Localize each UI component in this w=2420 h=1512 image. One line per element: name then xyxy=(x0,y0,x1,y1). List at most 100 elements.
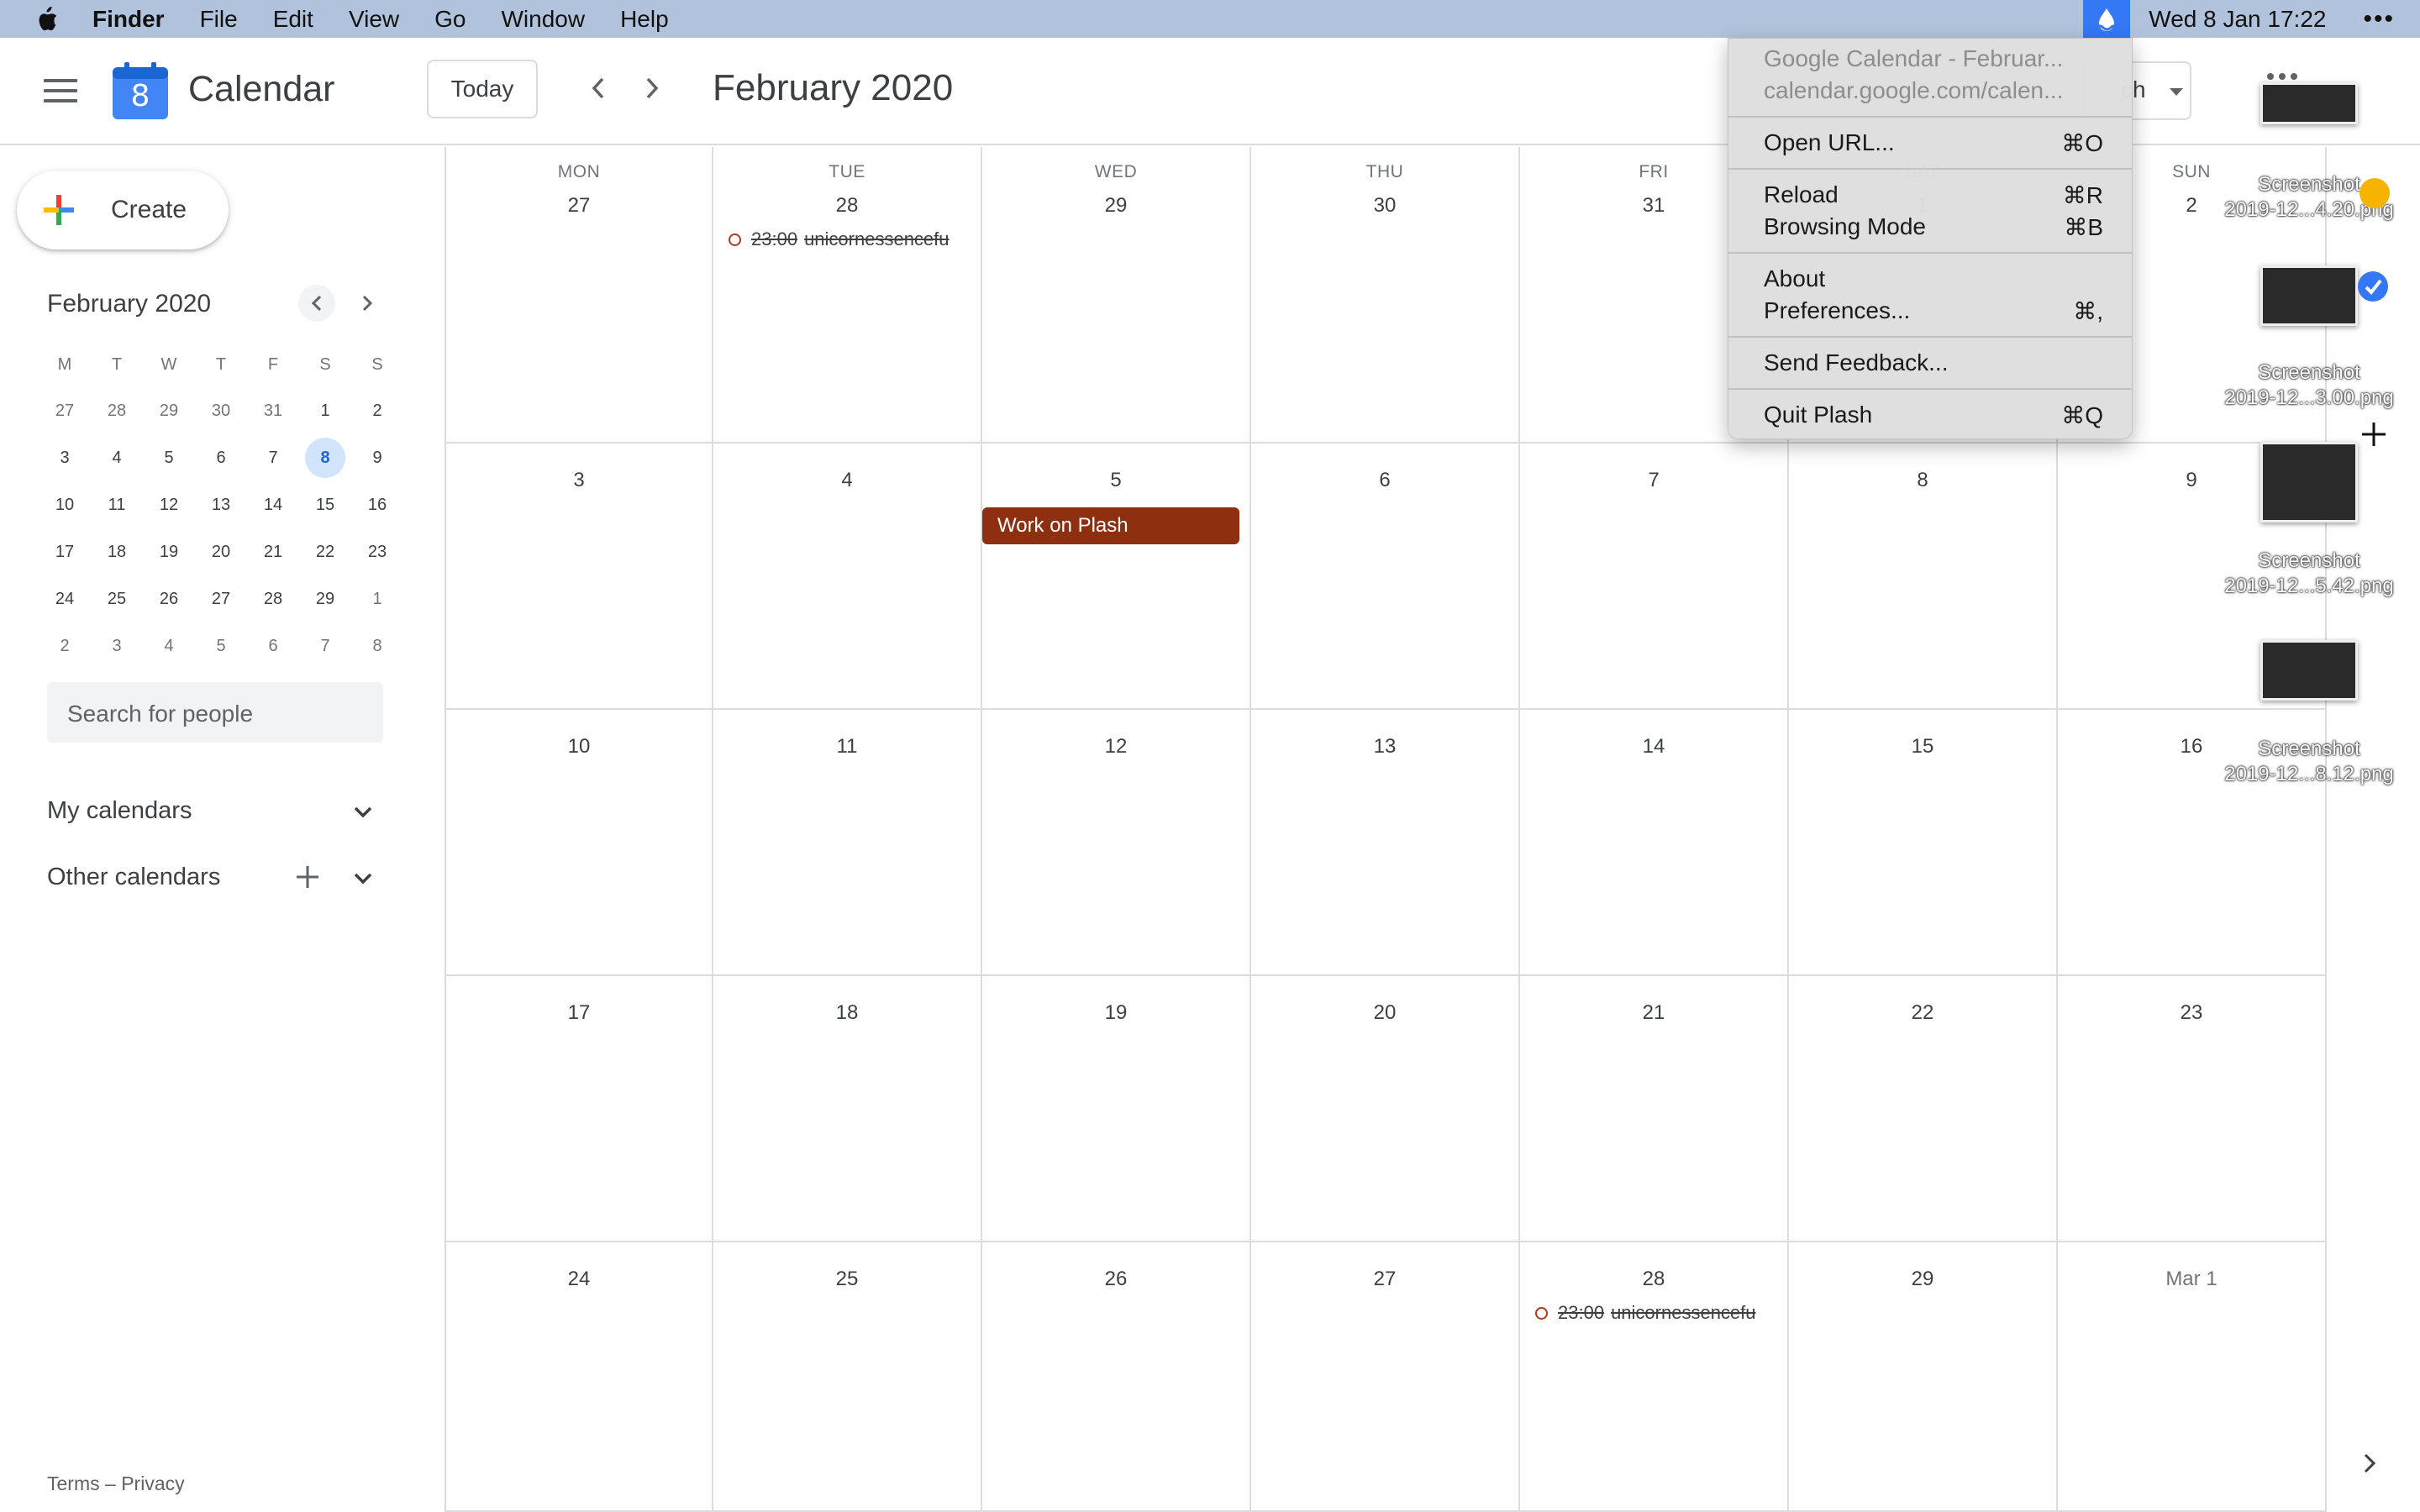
day-cell[interactable]: 14 xyxy=(1520,710,1789,976)
mini-day[interactable]: 10 xyxy=(39,481,91,528)
day-number[interactable]: 13 xyxy=(1251,735,1518,759)
day-number[interactable]: 19 xyxy=(982,1001,1249,1025)
day-cell[interactable]: MON 27 xyxy=(445,147,713,444)
day-cell[interactable]: Mar 1 xyxy=(2058,1242,2327,1512)
mini-day[interactable]: 3 xyxy=(91,622,143,669)
mini-day[interactable]: 30 xyxy=(195,387,247,434)
menu-view[interactable]: View xyxy=(349,6,399,33)
day-number[interactable]: 17 xyxy=(446,1001,712,1025)
my-calendars-section[interactable]: My calendars xyxy=(47,790,400,832)
mini-day[interactable]: 1 xyxy=(299,387,351,434)
menubar-clock[interactable]: Wed 8 Jan 17:22 xyxy=(2149,6,2326,33)
day-cell[interactable]: 19 xyxy=(982,976,1251,1242)
terms-link[interactable]: Terms xyxy=(47,1473,100,1494)
day-cell[interactable]: 11 xyxy=(713,710,982,976)
day-number[interactable]: 27 xyxy=(446,194,712,218)
day-cell[interactable]: 29 xyxy=(1789,1242,2058,1512)
day-cell[interactable]: THU 30 xyxy=(1251,147,1520,444)
day-cell[interactable]: 27 xyxy=(1251,1242,1520,1512)
next-month-button[interactable] xyxy=(634,70,671,107)
day-number[interactable]: 3 xyxy=(446,469,712,492)
menu-item-open-url[interactable]: Open URL... xyxy=(1764,129,1895,156)
day-number[interactable]: 20 xyxy=(1251,1001,1518,1025)
day-number[interactable]: 27 xyxy=(1251,1268,1518,1291)
day-cell[interactable]: 17 xyxy=(445,976,713,1242)
day-cell[interactable]: 10 xyxy=(445,710,713,976)
menu-go[interactable]: Go xyxy=(434,6,466,33)
mini-day[interactable]: 16 xyxy=(351,481,403,528)
day-cell[interactable]: TUE 28 23:00 unicornessencefu xyxy=(713,147,982,444)
day-number[interactable]: 8 xyxy=(1789,469,2056,492)
mini-day[interactable]: 29 xyxy=(143,387,195,434)
menu-app-name[interactable]: Finder xyxy=(92,6,165,33)
menu-file[interactable]: File xyxy=(200,6,238,33)
mini-day[interactable]: 17 xyxy=(39,528,91,575)
mini-day[interactable]: 25 xyxy=(91,575,143,622)
mini-day[interactable]: 3 xyxy=(39,434,91,481)
day-number[interactable]: 28 xyxy=(1520,1268,1787,1291)
menu-help[interactable]: Help xyxy=(620,6,669,33)
day-number[interactable]: 18 xyxy=(713,1001,981,1025)
event-chip[interactable]: 23:00 unicornessencefu xyxy=(1535,1301,1756,1325)
day-cell[interactable]: 26 xyxy=(982,1242,1251,1512)
mini-day[interactable]: 8 xyxy=(351,622,403,669)
menu-item-reload[interactable]: Reload xyxy=(1764,181,1839,208)
day-number[interactable]: 29 xyxy=(1789,1268,2056,1291)
mini-day[interactable]: 11 xyxy=(91,481,143,528)
desktop-file-1[interactable]: Screenshot 2019-12...4.20.png xyxy=(2212,69,2407,237)
mini-day[interactable]: 5 xyxy=(195,622,247,669)
day-number[interactable]: 14 xyxy=(1520,735,1787,759)
mini-calendar-prev-button[interactable] xyxy=(298,285,335,322)
mini-day[interactable]: 28 xyxy=(91,387,143,434)
mini-day[interactable]: 24 xyxy=(39,575,91,622)
mini-day[interactable]: 28 xyxy=(247,575,299,622)
day-cell[interactable]: 13 xyxy=(1251,710,1520,976)
mini-day[interactable]: 7 xyxy=(247,434,299,481)
day-number[interactable]: 28 xyxy=(713,194,981,218)
mini-day[interactable]: 8 xyxy=(299,434,351,481)
day-cell[interactable]: 12 xyxy=(982,710,1251,976)
mini-day[interactable]: 18 xyxy=(91,528,143,575)
mini-day[interactable]: 26 xyxy=(143,575,195,622)
menu-edit[interactable]: Edit xyxy=(273,6,313,33)
mini-day[interactable]: 9 xyxy=(351,434,403,481)
mini-day[interactable]: 5 xyxy=(143,434,195,481)
day-number[interactable]: 15 xyxy=(1789,735,2056,759)
chevron-down-icon[interactable] xyxy=(351,867,375,890)
mini-day[interactable]: 27 xyxy=(195,575,247,622)
day-cell[interactable]: 20 xyxy=(1251,976,1520,1242)
add-calendar-icon[interactable] xyxy=(294,864,321,890)
menu-item-browsing-mode[interactable]: Browsing Mode xyxy=(1764,213,1926,240)
day-cell[interactable]: 4 xyxy=(713,444,982,710)
day-cell[interactable]: 23 xyxy=(2058,976,2327,1242)
day-cell[interactable]: 24 xyxy=(445,1242,713,1512)
menu-item-quit-plash[interactable]: Quit Plash xyxy=(1764,402,1872,428)
day-cell[interactable]: 25 xyxy=(713,1242,982,1512)
mini-day[interactable]: 19 xyxy=(143,528,195,575)
day-cell[interactable]: 8 xyxy=(1789,444,2058,710)
mini-day[interactable]: 6 xyxy=(247,622,299,669)
day-cell[interactable]: 22 xyxy=(1789,976,2058,1242)
day-cell[interactable]: 3 xyxy=(445,444,713,710)
mini-day[interactable]: 4 xyxy=(143,622,195,669)
menu-item-about[interactable]: About xyxy=(1764,265,1825,292)
mini-day[interactable]: 4 xyxy=(91,434,143,481)
day-cell[interactable]: 5 Work on Plash xyxy=(982,444,1251,710)
mini-day[interactable]: 21 xyxy=(247,528,299,575)
apple-menu-icon[interactable] xyxy=(35,6,59,33)
event-chip[interactable]: Work on Plash xyxy=(982,507,1239,544)
mini-day[interactable]: 2 xyxy=(39,622,91,669)
search-people-input[interactable]: Search for people xyxy=(47,682,383,743)
day-cell[interactable]: WED 29 xyxy=(982,147,1251,444)
day-number[interactable]: 24 xyxy=(446,1268,712,1291)
menu-item-preferences[interactable]: Preferences... xyxy=(1764,297,1910,324)
day-number[interactable]: 23 xyxy=(2058,1001,2325,1025)
mini-day[interactable]: 1 xyxy=(351,575,403,622)
day-number[interactable]: 6 xyxy=(1251,469,1518,492)
mini-day[interactable]: 22 xyxy=(299,528,351,575)
day-number[interactable]: 21 xyxy=(1520,1001,1787,1025)
main-menu-icon[interactable] xyxy=(44,79,77,102)
day-number[interactable]: 4 xyxy=(713,469,981,492)
day-number[interactable]: 26 xyxy=(982,1268,1249,1291)
mini-day[interactable]: 31 xyxy=(247,387,299,434)
